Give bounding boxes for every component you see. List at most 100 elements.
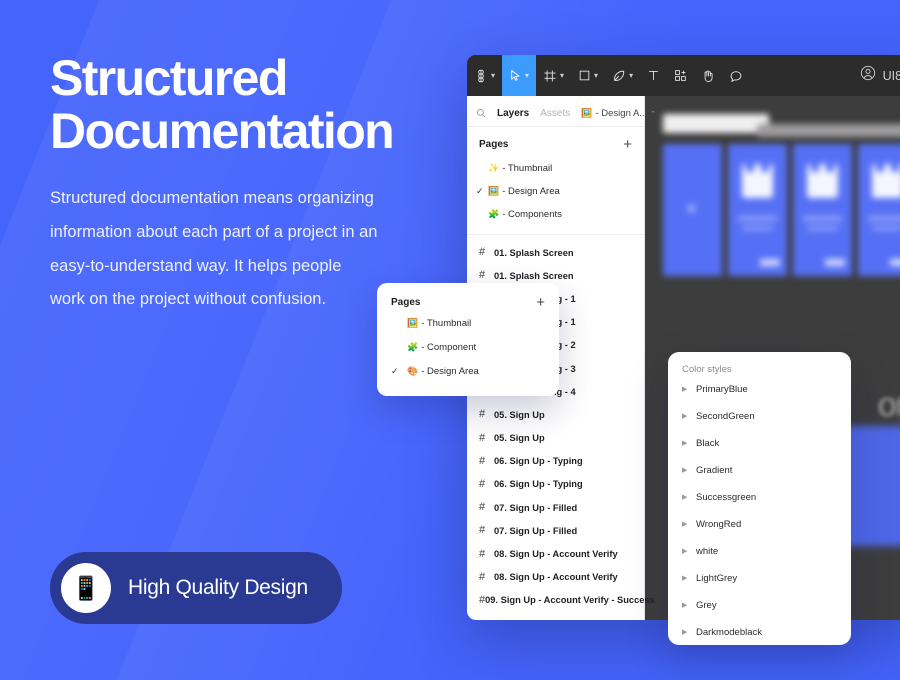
frame-hash-icon: # (479, 477, 486, 490)
frame-hash-icon: # (479, 501, 486, 514)
color-style-label: white (696, 545, 719, 557)
layer-row[interactable]: #06. Sign Up - Typing (467, 450, 644, 473)
tab-layers[interactable]: Layers (497, 108, 529, 119)
pages-popup-emoji-icon: 🖼️ (407, 317, 419, 328)
figma-toolbar: ▾ ▾ ▾ ▾ ▾ UI8 (467, 55, 900, 96)
phone-text-line (742, 226, 773, 230)
layer-row[interactable]: #05. Sign Up (467, 403, 644, 426)
page-title-line-1: Structured (50, 50, 288, 106)
color-style-item[interactable]: ▶ Gradient (668, 457, 851, 483)
layer-row[interactable]: #07. Sign Up - Filled (467, 496, 644, 519)
color-style-item[interactable]: ▶ Grey (668, 592, 851, 618)
pages-section-header: Pages + (467, 127, 644, 157)
components-icon[interactable] (667, 55, 694, 96)
layer-row[interactable]: #05. Sign Up (467, 427, 644, 450)
layer-label: 06. Sign Up - Typing (494, 456, 583, 467)
phone-frame (663, 144, 722, 276)
phone-frame (793, 144, 852, 276)
file-selector[interactable]: 🖼️ - Design A... ⌃ (581, 108, 656, 119)
layers-panel-tabs: Layers Assets 🖼️ - Design A... ⌃ (467, 101, 656, 127)
pen-icon[interactable]: ▾ (605, 55, 640, 96)
phone-logo-dot (687, 204, 696, 213)
move-cursor-icon[interactable]: ▾ (502, 55, 537, 96)
frame-hash-icon: # (479, 408, 486, 421)
phone-button (890, 259, 900, 266)
frame-hash-icon: # (479, 524, 486, 537)
phone-frame (728, 144, 787, 276)
hero-section: Structured Documentation Structured docu… (50, 52, 450, 317)
user-account[interactable]: UI8 Pro (860, 55, 900, 96)
color-style-item[interactable]: ▶ white (668, 538, 851, 564)
color-style-item[interactable]: ▶ WrongRed (668, 511, 851, 537)
color-style-label: SecondGreen (696, 410, 755, 422)
phone-button (760, 259, 780, 266)
layer-label: 05. Sign Up (494, 433, 545, 444)
chevron-down-icon: ▾ (594, 70, 599, 80)
frame-icon[interactable]: ▾ (536, 55, 571, 96)
pages-popup-emoji-icon: 🎨 (407, 365, 419, 376)
page-item[interactable]: ✓ 🖼️ - Design Area (467, 180, 644, 203)
shape-rectangle-icon[interactable]: ▾ (571, 55, 605, 96)
frame-hash-icon: # (479, 547, 486, 560)
color-style-item[interactable]: ▶ Black (668, 430, 851, 456)
frame-hash-icon: # (479, 269, 486, 282)
color-style-item[interactable]: ▶ SecondGreen (668, 403, 851, 429)
layer-row[interactable]: #01. Splash Screen (467, 241, 644, 264)
page-title: Structured Documentation (50, 52, 450, 158)
search-icon[interactable] (476, 105, 486, 123)
layer-label: 08. Sign Up - Account Verify (494, 549, 618, 560)
color-style-item[interactable]: ▶ PrimaryBlue (668, 376, 851, 402)
layer-row[interactable]: #08. Sign Up - Account Verify (467, 542, 644, 565)
frame-hash-icon: # (479, 570, 486, 583)
pages-list: ✨ - Thumbnail ✓ 🖼️ - Design Area 🧩 - Com… (467, 157, 644, 226)
pages-popup-check-icon: ✓ (391, 365, 399, 376)
layer-row[interactable]: #09. Sign Up - Account Verify - Success (467, 589, 655, 612)
mobile-phone-icon: 📱 (61, 563, 111, 613)
phone-frame (858, 144, 900, 276)
chevron-right-icon: ▶ (682, 548, 688, 555)
color-style-item[interactable]: ▶ LightGrey (668, 565, 851, 591)
hand-icon[interactable] (694, 55, 722, 96)
color-style-item[interactable]: ▶ Successgreen (668, 484, 851, 510)
pages-popup-item-label: - Thumbnail (421, 317, 472, 329)
page-item[interactable]: 🧩 - Components (467, 203, 644, 226)
layer-row[interactable]: #08. Sign Up - Account Verify (467, 566, 644, 589)
chevron-right-icon: ▶ (682, 494, 688, 501)
chevron-down-icon: ▾ (560, 70, 565, 80)
badge-label: High Quality Design (128, 576, 308, 599)
tab-assets[interactable]: Assets (540, 108, 570, 119)
user-avatar-icon (860, 65, 876, 86)
frame-hash-icon: # (479, 246, 486, 259)
page-title-line-2: Documentation (50, 103, 395, 159)
chevron-right-icon: ▶ (682, 467, 688, 474)
color-style-label: Gradient (696, 464, 733, 476)
figma-logo-icon[interactable]: ▾ (467, 55, 502, 96)
comment-icon[interactable] (722, 55, 750, 96)
chevron-right-icon: ▶ (682, 629, 688, 636)
pages-popup-add-button[interactable]: + (536, 295, 545, 310)
color-style-item[interactable]: ▶ Darkmodeblack (668, 619, 851, 645)
text-icon[interactable] (640, 55, 667, 96)
phone-text-line (738, 216, 777, 221)
pages-popup-item-label: - Design Area (421, 365, 479, 377)
page-label: - Thumbnail (502, 163, 553, 174)
pages-popup-item[interactable]: ✓ 🎨 - Design Area (391, 360, 545, 382)
color-styles-title: Color styles (682, 364, 732, 375)
file-name-label: - Design A... (595, 108, 648, 119)
add-page-button[interactable]: + (623, 137, 632, 152)
page-emoji-icon: 🧩 (488, 209, 500, 219)
canvas-phone-frames (663, 144, 900, 276)
pages-popup-title: Pages (391, 297, 421, 308)
pages-popup-item[interactable]: 🖼️ - Thumbnail (391, 312, 545, 334)
pages-popup-emoji-icon: 🧩 (407, 341, 419, 352)
phone-button (825, 259, 845, 266)
frame-hash-icon: # (479, 431, 486, 444)
color-style-label: WrongRed (696, 518, 742, 530)
layer-label: 06. Sign Up - Typing (494, 479, 583, 490)
pages-popup-item[interactable]: 🧩 - Component (391, 336, 545, 358)
layer-row[interactable]: #07. Sign Up - Filled (467, 519, 644, 542)
page-item[interactable]: ✨ - Thumbnail (467, 157, 644, 180)
phone-illustration (872, 160, 900, 198)
pages-popup-header: Pages + (391, 295, 545, 310)
layer-row[interactable]: #06. Sign Up - Typing (467, 473, 644, 496)
